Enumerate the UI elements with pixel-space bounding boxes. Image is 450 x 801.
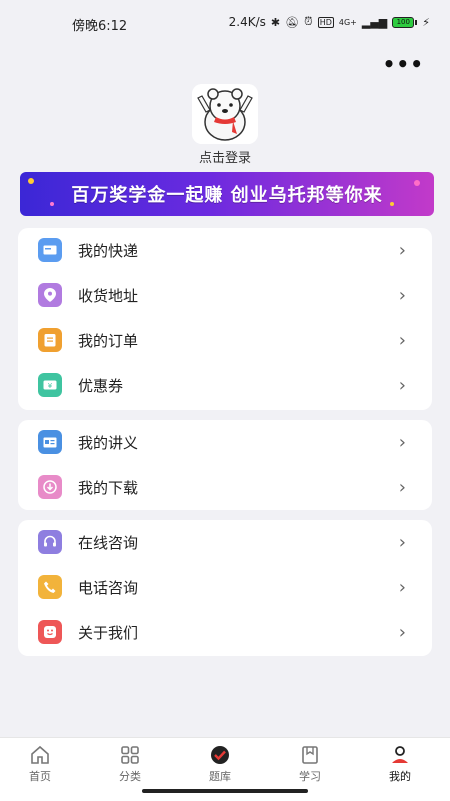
tab-mine[interactable]: 我的 [365,744,435,784]
signal-label: 4G+ [338,17,357,27]
battery-icon: 100 [392,16,418,28]
quiz-bank-icon [211,746,229,764]
row-label: 收货地址 [78,286,139,305]
row-label: 在线咨询 [78,533,139,552]
alarm-icon: ⏰︎ [304,15,313,28]
phone-icon [38,575,62,599]
status-bar: 傍晚6:12 2.4K/s ✱ 🔕︎ ⏰︎ HD 4G+ ▂▄▆ 100 ⚡︎ [0,0,450,44]
status-time: 傍晚6:12 [72,19,128,34]
row-express[interactable]: 我的快递 › [18,228,432,272]
chevron-right-icon: › [398,431,406,453]
bluetooth-icon: ✱ [270,15,281,29]
home-indicator [142,789,308,793]
chevron-right-icon: › [398,284,406,306]
grid-icon [121,746,139,764]
promo-banner[interactable]: 百万奖学金一起赚 创业乌托邦等你来 [20,172,434,216]
login-link[interactable]: 点击登录 [0,147,450,166]
signal-icon: ▂▄▆ [361,15,388,29]
smile-icon [38,620,62,644]
bookmark-icon [302,746,318,764]
materials-card: 我的讲义 › 我的下载 › [18,420,432,510]
services-card: 我的快递 › 收货地址 › 我的订单 › ¥ 优惠券 › [18,228,432,410]
chevron-right-icon: › [398,476,406,498]
battery-level: 100 [392,16,415,28]
support-card: 在线咨询 › 电话咨询 › 关于我们 › [18,520,432,656]
headset-icon [38,530,62,554]
handout-icon [38,430,62,454]
tab-label: 题库 [209,770,231,783]
svg-text:¥: ¥ [48,382,53,390]
row-phone-consult[interactable]: 电话咨询 › [18,565,432,609]
tab-home[interactable]: 首页 [5,744,75,784]
row-about-us[interactable]: 关于我们 › [18,610,432,654]
polar-bear-avatar-icon [192,84,258,144]
coupon-icon: ¥ [38,373,62,397]
row-label: 我的下载 [78,478,139,497]
row-label: 优惠券 [78,376,124,395]
charging-icon: ⚡︎ [422,15,430,29]
location-icon [38,283,62,307]
row-label: 电话咨询 [78,578,139,597]
profile-icon [392,746,408,763]
tab-quiz-bank[interactable]: 题库 [185,744,255,784]
chevron-right-icon: › [398,329,406,351]
row-address[interactable]: 收货地址 › [18,273,432,317]
tab-category[interactable]: 分类 [95,744,165,784]
more-dots-icon[interactable]: ••• [383,52,424,76]
status-icons: 2.4K/s ✱ 🔕︎ ⏰︎ HD 4G+ ▂▄▆ 100 ⚡︎ [229,15,430,29]
row-coupons[interactable]: ¥ 优惠券 › [18,363,432,407]
order-icon [38,328,62,352]
row-online-consult[interactable]: 在线咨询 › [18,520,432,564]
download-icon [38,475,62,499]
row-handouts[interactable]: 我的讲义 › [18,420,432,464]
row-label: 我的讲义 [78,433,139,452]
home-icon [31,745,49,764]
tab-study[interactable]: 学习 [275,744,345,784]
row-label: 关于我们 [78,623,139,642]
row-label: 我的订单 [78,331,139,350]
hd-icon: HD [317,16,334,28]
tab-label: 首页 [29,770,51,783]
row-orders[interactable]: 我的订单 › [18,318,432,362]
chevron-right-icon: › [398,239,406,261]
express-icon [38,238,62,262]
banner-text: 百万奖学金一起赚 创业乌托邦等你来 [71,185,383,206]
tab-label: 学习 [299,770,321,783]
chevron-right-icon: › [398,374,406,396]
chevron-right-icon: › [398,576,406,598]
row-label: 我的快递 [78,241,139,260]
avatar[interactable] [192,84,258,144]
row-downloads[interactable]: 我的下载 › [18,465,432,509]
network-speed: 2.4K/s [228,15,266,29]
tab-label: 我的 [389,770,411,783]
tab-label: 分类 [119,770,141,783]
chevron-right-icon: › [398,531,406,553]
mute-icon: 🔕︎ [285,15,300,29]
chevron-right-icon: › [398,621,406,643]
